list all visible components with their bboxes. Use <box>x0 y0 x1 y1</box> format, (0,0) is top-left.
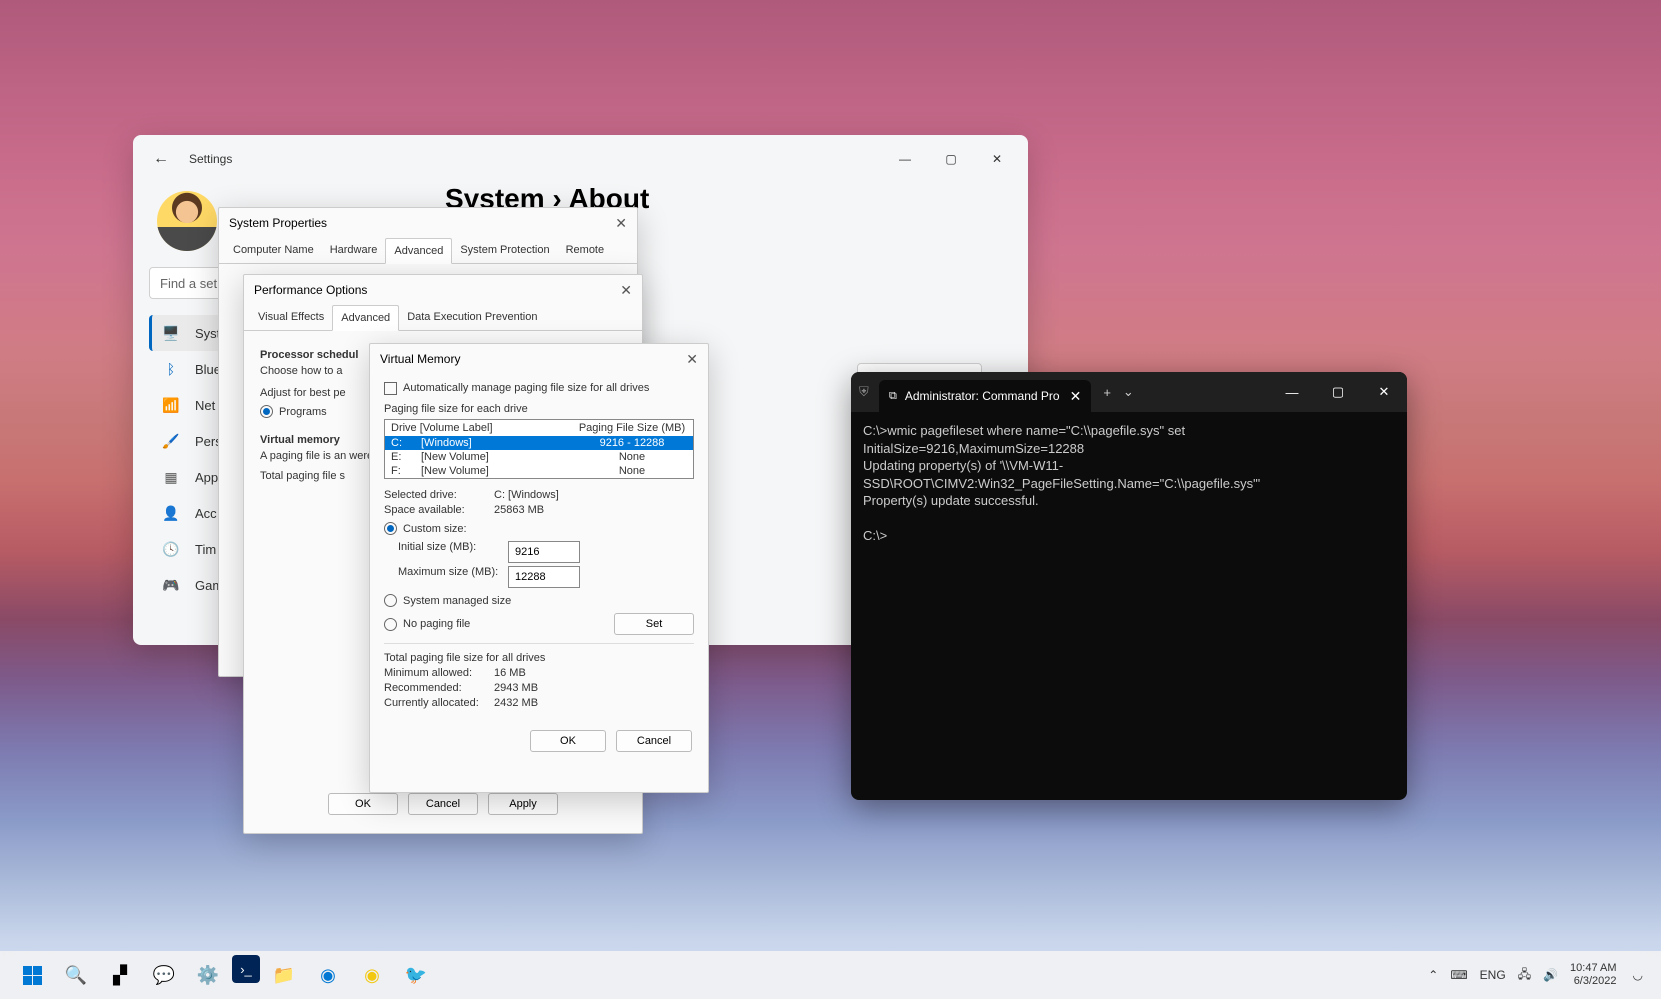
terminal-window: ⛨ ⧉ Administrator: Command Pro ✕ + ⌄ — ▢… <box>851 372 1407 800</box>
cancel-button[interactable]: Cancel <box>408 793 478 815</box>
label: Paging file size for each drive <box>384 403 694 415</box>
tab[interactable]: Visual Effects <box>250 305 332 330</box>
task-view-icon[interactable]: ▞ <box>100 955 140 995</box>
tab[interactable]: Advanced <box>385 238 452 264</box>
nav-icon: 👤 <box>161 503 181 523</box>
shield-icon: ⛨ <box>851 384 871 400</box>
tray-chevron-icon[interactable]: ⌃ <box>1428 968 1438 982</box>
nav-label: App <box>195 470 218 485</box>
settings-taskbar-icon[interactable]: ⚙️ <box>188 955 228 995</box>
tab[interactable]: Hardware <box>322 238 386 263</box>
edge-icon[interactable]: ◉ <box>308 955 348 995</box>
close-icon[interactable]: ✕ <box>620 282 632 299</box>
network-icon[interactable]: 🖧 <box>1518 965 1531 986</box>
tab-title: Administrator: Command Pro <box>905 389 1060 403</box>
set-button[interactable]: Set <box>614 613 694 635</box>
tab[interactable]: Remote <box>558 238 613 263</box>
no-paging-radio[interactable]: No paging file Set <box>384 613 694 635</box>
nav-icon: 🖌️ <box>161 431 181 451</box>
minimize-button[interactable]: — <box>882 143 928 175</box>
auto-manage-checkbox[interactable]: Automatically manage paging file size fo… <box>384 382 649 394</box>
custom-size-radio[interactable]: Custom size: <box>384 522 694 535</box>
nav-label: Tim <box>195 542 216 557</box>
user-avatar[interactable] <box>157 191 217 251</box>
tab[interactable]: Advanced <box>332 305 399 331</box>
tab-dropdown-button[interactable]: ⌄ <box>1123 384 1134 400</box>
nav-icon: ▦ <box>161 467 181 487</box>
maximize-button[interactable]: ▢ <box>928 143 974 175</box>
minimize-button[interactable]: — <box>1269 376 1315 408</box>
settings-titlebar: ← Settings — ▢ ✕ <box>133 135 1028 183</box>
tab[interactable]: Data Execution Prevention <box>399 305 545 330</box>
nav-label: Acc <box>195 506 217 521</box>
drive-list[interactable]: Drive [Volume Label]Paging File Size (MB… <box>384 419 694 479</box>
nav-icon: ᛒ <box>161 359 181 379</box>
start-button[interactable] <box>12 955 52 995</box>
close-button[interactable]: ✕ <box>1361 376 1407 408</box>
dialog-title: Virtual Memory <box>380 352 686 366</box>
taskbar: 🔍 ▞ 💬 ⚙️ ›_ 📁 ◉ ◉ 🐦 ⌃ ⌨ ENG 🖧 🔊 10:47 AM… <box>0 951 1661 999</box>
tab[interactable]: Computer Name <box>225 238 322 263</box>
tab[interactable]: System Protection <box>452 238 557 263</box>
chat-icon[interactable]: 💬 <box>144 955 184 995</box>
nav-label: Net <box>195 398 215 413</box>
dialog-title: System Properties <box>229 216 615 230</box>
clock[interactable]: 10:47 AM 6/3/2022 <box>1570 962 1620 988</box>
drive-row[interactable]: F:[New Volume]None <box>385 464 693 478</box>
terminal-taskbar-icon[interactable]: ›_ <box>232 955 260 983</box>
close-icon[interactable]: ✕ <box>615 215 627 232</box>
terminal-tab[interactable]: ⧉ Administrator: Command Pro ✕ <box>879 380 1091 412</box>
terminal-titlebar: ⛨ ⧉ Administrator: Command Pro ✕ + ⌄ — ▢… <box>851 372 1407 412</box>
cancel-button[interactable]: Cancel <box>616 730 692 752</box>
ok-button[interactable]: OK <box>328 793 398 815</box>
new-tab-button[interactable]: + <box>1091 385 1123 400</box>
initial-size-input[interactable] <box>508 541 580 563</box>
nav-icon: 📶 <box>161 395 181 415</box>
volume-icon[interactable]: 🔊 <box>1543 968 1558 982</box>
nav-label: Syst <box>195 326 220 341</box>
cmd-icon: ⧉ <box>889 390 897 403</box>
settings-title: Settings <box>181 152 882 166</box>
drive-row[interactable]: E:[New Volume]None <box>385 450 693 464</box>
edge-canary-icon[interactable]: ◉ <box>352 955 392 995</box>
ok-button[interactable]: OK <box>530 730 606 752</box>
explorer-icon[interactable]: 📁 <box>264 955 304 995</box>
apply-button[interactable]: Apply <box>488 793 558 815</box>
keyboard-icon[interactable]: ⌨ <box>1450 968 1467 982</box>
close-icon[interactable]: ✕ <box>686 351 698 368</box>
max-size-input[interactable] <box>508 566 580 588</box>
nav-icon: 🕓 <box>161 539 181 559</box>
label: Total paging file size for all drives <box>384 652 694 664</box>
nav-icon: 🎮 <box>161 575 181 595</box>
virtual-memory-dialog: Virtual Memory ✕ Automatically manage pa… <box>369 343 709 793</box>
tab-close-icon[interactable]: ✕ <box>1070 388 1082 405</box>
dialog-title: Performance Options <box>254 283 620 297</box>
maximize-button[interactable]: ▢ <box>1315 376 1361 408</box>
nav-icon: 🖥️ <box>161 323 181 343</box>
system-managed-radio[interactable]: System managed size <box>384 594 694 607</box>
back-button[interactable]: ← <box>141 150 181 168</box>
app-icon[interactable]: 🐦 <box>396 955 436 995</box>
notifications-icon[interactable]: ◡ <box>1633 968 1649 982</box>
terminal-output[interactable]: C:\>wmic pagefileset where name="C:\\pag… <box>851 412 1407 555</box>
drive-row[interactable]: C:[Windows]9216 - 12288 <box>385 436 693 450</box>
search-icon[interactable]: 🔍 <box>56 955 96 995</box>
language-indicator[interactable]: ENG <box>1480 968 1506 982</box>
close-button[interactable]: ✕ <box>974 143 1020 175</box>
